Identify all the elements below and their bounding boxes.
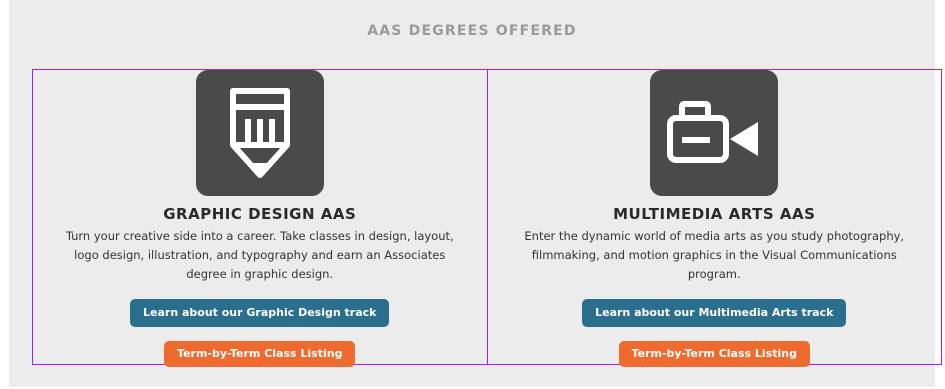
card-description: Turn your creative side into a career. T…: [65, 229, 454, 281]
multimedia-arts-class-listing-button[interactable]: Term-by-Term Class Listing: [618, 341, 810, 367]
multimedia-arts-tile: [650, 70, 779, 196]
video-camera-icon: [667, 101, 759, 163]
graphic-design-track-button[interactable]: Learn about our Graphic Design track: [130, 299, 390, 327]
card-description: Enter the dynamic world of media arts as…: [524, 229, 905, 281]
graphic-design-class-listing-button[interactable]: Term-by-Term Class Listing: [164, 341, 356, 367]
section-title: AAS DEGREES OFFERED: [367, 23, 577, 39]
card-title: MULTIMEDIA ARTS AAS: [613, 205, 816, 223]
degree-cards: GRAPHIC DESIGN AAS Turn your creative si…: [32, 69, 942, 367]
multimedia-arts-track-button[interactable]: Learn about our Multimedia Arts track: [582, 299, 847, 327]
degrees-section: AAS DEGREES OFFERED GRAPHIC DESIGN AAS T…: [9, 0, 942, 387]
pencil-icon: [229, 88, 290, 178]
card-title: GRAPHIC DESIGN AAS: [163, 205, 357, 223]
graphic-design-card: GRAPHIC DESIGN AAS Turn your creative si…: [33, 70, 487, 367]
graphic-design-tile: [195, 70, 324, 196]
multimedia-arts-card: MULTIMEDIA ARTS AAS Enter the dynamic wo…: [486, 70, 942, 367]
